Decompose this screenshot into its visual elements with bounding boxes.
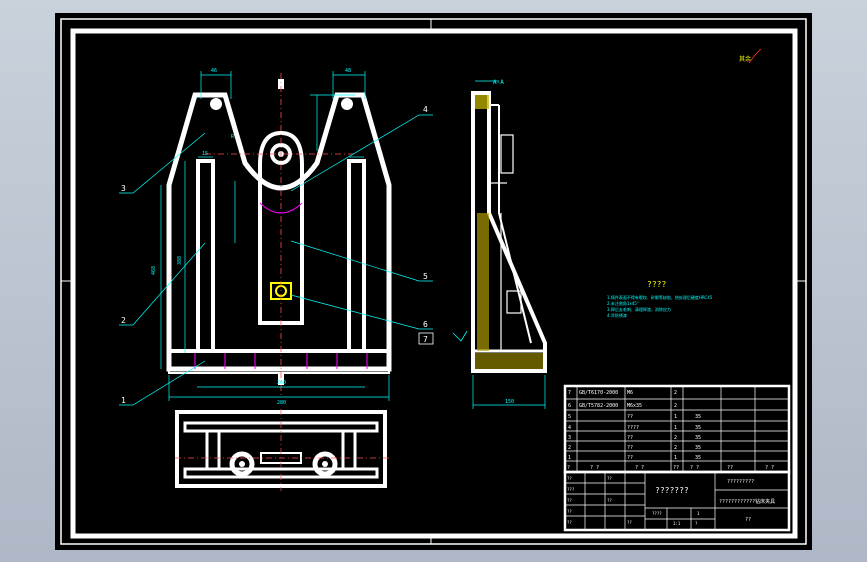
front-outer-outline — [166, 92, 392, 372]
title-block-label: ?? — [627, 520, 632, 525]
front-view — [166, 92, 392, 374]
title-block-label: ?? — [567, 498, 572, 503]
bom-cell-code: GB/T6170-2000 — [579, 390, 618, 396]
bom-cell-qty: 1 — [674, 455, 677, 461]
hole-right-top — [341, 98, 353, 110]
plan-hole-left-center — [239, 461, 245, 467]
right-slot — [347, 159, 366, 353]
side-hatch-top — [475, 95, 489, 109]
bom-header-cell: ? ? — [590, 465, 599, 471]
dim-top-left: 46 — [211, 68, 217, 74]
bom-header-cell: ? ? — [690, 465, 699, 471]
drawing-number: ????????????钻床夹具 — [719, 498, 775, 505]
bom-cell-name: ?? — [627, 414, 633, 420]
bom-cell-name: M6 — [627, 390, 633, 396]
bom-cell-code: GB/T5782-2000 — [579, 403, 618, 409]
tech-note-3: 3.焊后去毛刺、清理焊渣，消除应力 — [607, 306, 671, 312]
title-block-label: ?? — [567, 509, 572, 514]
bom-cell-name: M6x35 — [627, 403, 642, 409]
plan-hole-right-center — [322, 461, 328, 467]
dim-side-width: 150 — [505, 399, 514, 405]
bom-cell-qty: 1 — [674, 414, 677, 420]
bom-cell-name: ???? — [627, 425, 639, 431]
title-block-label: ?? — [567, 520, 572, 525]
bom-cell-name: ?? — [627, 435, 633, 441]
roughness-note: 其余 — [739, 55, 751, 63]
roughness-symbol — [452, 330, 468, 342]
dim-inner-height: 388 — [177, 256, 183, 265]
leader-number-2: 2 — [121, 316, 126, 325]
dim-bottom-total: 280 — [277, 400, 286, 406]
leader-number-1: 1 — [121, 396, 126, 405]
title-block-label: ??? — [567, 487, 575, 492]
tech-notes: 1.铸件表面不得有裂纹、砂眼等缺陷，热处理后硬度HRC45 2.未注倒角1x45… — [607, 294, 713, 318]
hole-left-top — [210, 98, 222, 110]
bom-cell-no: 3 — [568, 435, 571, 441]
dim-left-height: 468 — [151, 266, 157, 275]
title-block-label: ?? — [607, 476, 612, 481]
bom-rows: 7 GB/T6170-2000 M6 2 6 GB/T5782-2000 M6x35 2 5??… — [568, 390, 701, 461]
bom-cell-qty: 2 — [674, 435, 677, 441]
sheet-count: 1 — [697, 511, 700, 516]
bom-header-cell: ? ? — [765, 465, 774, 471]
leader-number-4: 4 — [423, 105, 428, 114]
front-dim-text: 46 48 468 388 280 260 R 15 — [151, 68, 351, 406]
bom-cell-qty: 2 — [674, 445, 677, 451]
leader-number-7: 7 — [423, 335, 428, 344]
dim-bottom-inner: 260 — [277, 380, 286, 386]
bom-cell-name: ?? — [627, 445, 633, 451]
cad-drawing: 46 48 468 388 280 260 R 15 1 2 3 4 5 6 7 — [60, 18, 807, 545]
bom-cell-qty: 2 — [674, 403, 677, 409]
side-hatch-mid — [477, 213, 489, 351]
side-rib — [498, 105, 532, 344]
bom-header-cell: ?? — [673, 465, 679, 471]
title-block-label: ?? — [607, 498, 612, 503]
company-name: ????????? — [727, 479, 754, 485]
left-slot — [196, 159, 215, 353]
bom-cell-material: 35 — [695, 445, 701, 451]
bom-cell-name: ?? — [627, 455, 633, 461]
bom-cell-material: 35 — [695, 425, 701, 431]
tech-note-1: 1.铸件表面不得有裂纹、砂眼等缺陷，热处理后硬度HRC45 — [607, 294, 713, 300]
bom-cell-material: 35 — [695, 435, 701, 441]
inner-border — [70, 28, 798, 539]
bom-cell-no: 5 — [568, 414, 571, 420]
tech-note-2: 2.未注倒角1x45° — [607, 300, 639, 306]
part-name: ??????? — [655, 486, 689, 495]
bom-cell-no: 7 — [568, 390, 571, 396]
tech-note-4: 4.涂防锈漆 — [607, 312, 627, 318]
sheet-ratio: ? — [695, 521, 698, 526]
dim-small-b: 15 — [202, 151, 208, 157]
base-line — [169, 349, 391, 369]
bom-cell-material: 35 — [695, 455, 701, 461]
sheet-scale: 1:1 — [673, 521, 681, 526]
cad-drawing-canvas: 46 48 468 388 280 260 R 15 1 2 3 4 5 6 7 — [55, 13, 812, 550]
side-hatch-base — [475, 353, 543, 369]
leader-lines — [119, 114, 433, 406]
bom-cell-no: 1 — [568, 455, 571, 461]
bom-header-cell: ?? — [727, 465, 733, 471]
bom-cell-material: 35 — [695, 414, 701, 420]
title-block-label: ?? — [567, 476, 572, 481]
stamp: ?? — [745, 517, 751, 523]
bom-header: ? ? ? ? ??? ? ??? ? ? — [567, 465, 774, 471]
bom-header-cell: ? ? — [635, 465, 644, 471]
dim-top-right: 48 — [345, 68, 351, 74]
section-label: A-A — [493, 79, 504, 86]
bom-header-cell: ? — [567, 465, 570, 471]
scale-label: ???? — [652, 511, 662, 516]
leader-number-6: 6 — [423, 320, 428, 329]
bom-cell-qty: 1 — [674, 425, 677, 431]
bom-cell-no: 2 — [568, 445, 571, 451]
bom-cell-no: 6 — [568, 403, 571, 409]
bom-cell-qty: 2 — [674, 390, 677, 396]
bom-cell-no: 4 — [568, 425, 571, 431]
tech-title: ???? — [647, 280, 666, 289]
leader-number-3: 3 — [121, 184, 126, 193]
leader-number-5: 5 — [423, 272, 428, 281]
